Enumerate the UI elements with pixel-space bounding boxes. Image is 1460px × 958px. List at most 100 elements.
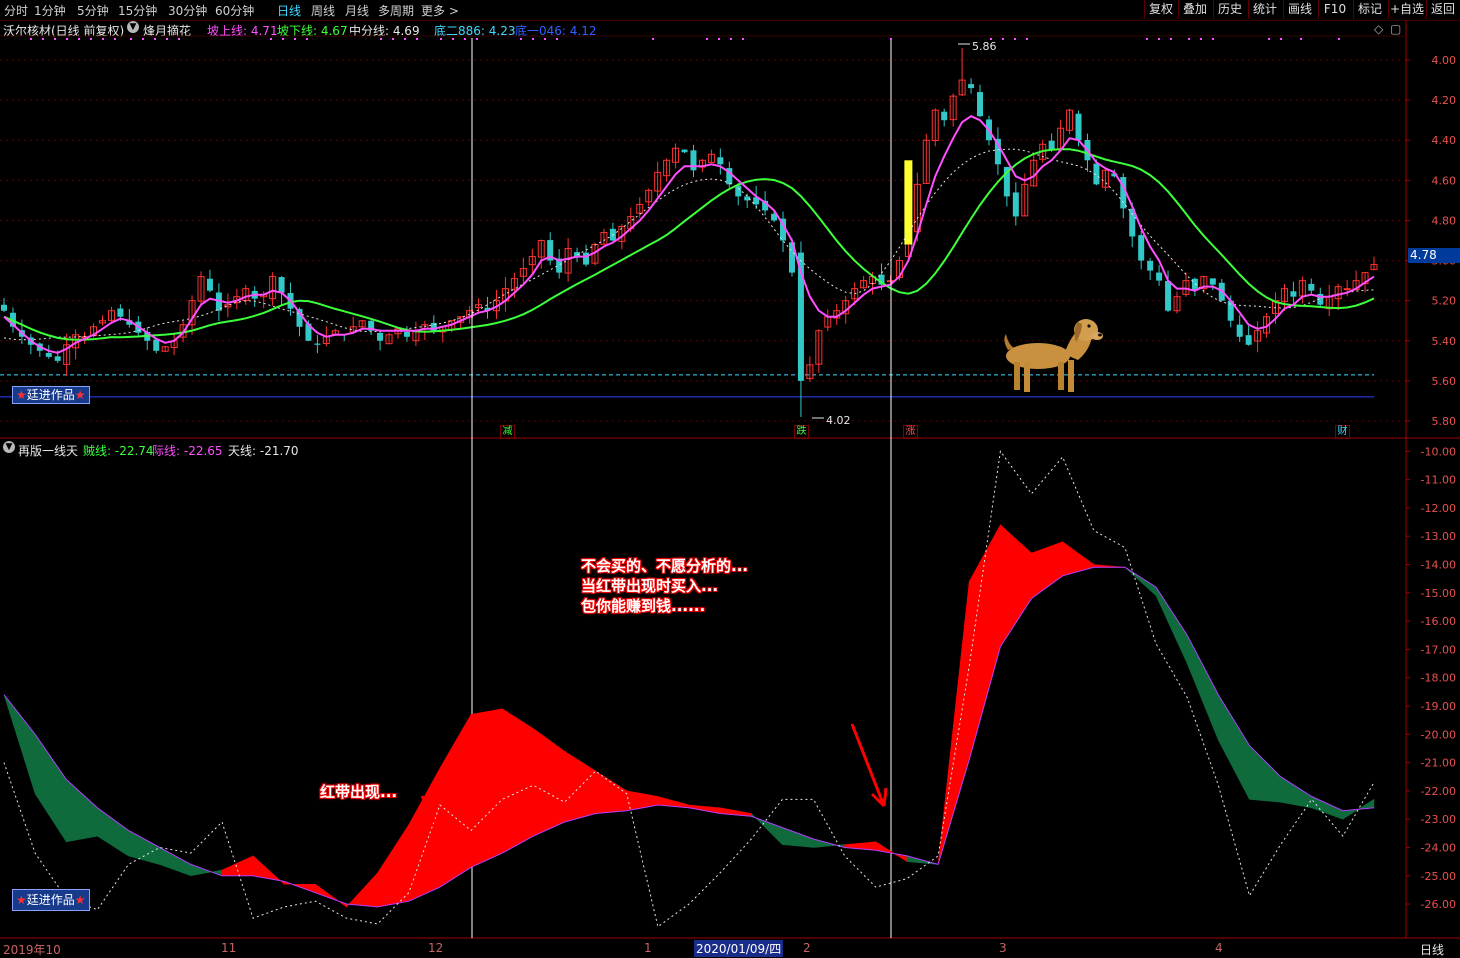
top-marker-dot (178, 38, 180, 40)
top-marker-dot (706, 38, 708, 40)
top-marker-dot (166, 38, 168, 40)
top-marker-dot (1300, 38, 1302, 40)
candle-body-down (1012, 192, 1019, 217)
star-icon: ★ (16, 388, 27, 402)
candle-body-down (45, 352, 52, 357)
star-icon: ★ (74, 893, 86, 907)
top-marker-dot (1188, 38, 1190, 40)
top-marker-dot (54, 38, 56, 40)
top-marker-dot (416, 38, 418, 40)
green-band-segment (97, 807, 129, 857)
candle-body-down (1156, 272, 1163, 281)
candle-body-down (977, 92, 984, 117)
signal-mark-jian: 减 (500, 425, 515, 439)
top-marker-dot (730, 38, 732, 40)
red-band-segment (470, 708, 503, 868)
candle-body-down (153, 339, 160, 351)
x-label-dec: 12 (428, 941, 444, 955)
top-marker-dot (30, 38, 32, 40)
green-band-segment (1280, 776, 1313, 809)
candle-body-down (278, 277, 285, 293)
green-band-segment (128, 829, 160, 865)
top-marker-dot (718, 38, 720, 40)
red-band-segment (346, 872, 378, 908)
top-marker-dot (1280, 38, 1282, 40)
value-tick-label: -11.00 (1421, 474, 1456, 487)
author-badge-main: ★廷进作品★ (12, 386, 90, 404)
price-tick-label: 4.00 (1432, 54, 1457, 67)
current-price-tag: 4.78 (1408, 248, 1460, 263)
annotation-red-band: 红带出现... (320, 783, 398, 801)
value-tick-label: -17.00 (1421, 643, 1456, 656)
value-tick-label: -19.00 (1421, 700, 1456, 713)
green-band-segment (1155, 586, 1188, 664)
candle-body-down (206, 278, 213, 291)
value-tick-label: -18.00 (1421, 672, 1456, 685)
candle-body-down (1236, 324, 1243, 337)
kline-chart[interactable]: 5.805.605.405.205.004.804.604.404.204.00… (0, 0, 1460, 957)
x-label-mar: 3 (999, 941, 1007, 955)
top-marker-dot (154, 38, 156, 40)
sub-indicator-title[interactable]: 再版一线天 (18, 442, 78, 459)
price-tick-label: 4.80 (1432, 214, 1457, 227)
candle-body-down (941, 111, 948, 121)
value-tick-label: -16.00 (1421, 615, 1456, 628)
author-badge-sub: ★廷进作品★ (12, 889, 90, 911)
signal-mark-zhang: 涨 (903, 425, 918, 439)
candle-body-down (1308, 283, 1315, 291)
green-band-segment (3, 694, 36, 794)
high-price-label: 5.86 (972, 40, 997, 53)
red-band-segment (408, 768, 441, 902)
top-marker-dot (404, 38, 406, 40)
top-marker-dot (90, 38, 92, 40)
top-marker-dot (440, 38, 442, 40)
candle-body-up (1343, 288, 1351, 291)
top-marker-dot (556, 38, 558, 40)
value-tick-label: -10.00 (1421, 445, 1456, 458)
red-band-segment (1062, 541, 1095, 577)
top-marker-dot (270, 38, 272, 40)
top-marker-dot (464, 38, 466, 40)
red-band-segment (595, 770, 628, 814)
value-tick-label: -24.00 (1421, 841, 1456, 854)
green-band-segment (1249, 744, 1281, 803)
value-tick-label: -25.00 (1421, 870, 1456, 883)
signal-highlight-bar (904, 160, 913, 245)
value-tick-label: -15.00 (1421, 587, 1456, 600)
green-band-segment (1311, 796, 1344, 820)
candle-body-down (583, 252, 590, 265)
top-marker-dot (42, 38, 44, 40)
top-marker-dot (1200, 38, 1202, 40)
top-marker-dot (1170, 38, 1172, 40)
price-tick-label: 5.80 (1432, 415, 1457, 428)
candle-body-down (717, 157, 724, 165)
candle-body-down (690, 150, 697, 171)
author-badge-text: 廷进作品 (26, 388, 75, 402)
candle-body-down (968, 84, 975, 89)
candle-body-down (403, 331, 410, 337)
value-tick-label: -21.00 (1421, 757, 1456, 770)
top-marker-dot (452, 38, 454, 40)
value-tick-label: -12.00 (1421, 502, 1456, 515)
top-marker-dot (476, 38, 478, 40)
candle-body-down (1245, 335, 1252, 345)
red-band-segment (533, 728, 565, 837)
top-marker-dot (1338, 38, 1340, 40)
top-marker-dot (306, 38, 308, 40)
price-tick-label: 4.40 (1432, 134, 1457, 147)
x-label-jan: 1 (644, 941, 652, 955)
red-band-segment (937, 581, 970, 865)
top-marker-dot (1212, 38, 1214, 40)
top-marker-dot (102, 38, 104, 40)
top-marker-dot (652, 38, 654, 40)
poshang-line (3, 115, 1375, 354)
green-band-segment (65, 778, 98, 843)
candle-body-down (1209, 278, 1216, 285)
candle-body-down (314, 343, 321, 345)
sub-formula-dropdown-icon[interactable]: ▼ (3, 441, 15, 453)
signal-mark-die: 跌 (794, 425, 809, 439)
candle-body-down (1290, 291, 1297, 297)
x-label-oct: 2019年10 (3, 943, 61, 957)
x-label-nov: 11 (221, 941, 237, 955)
red-band-segment (501, 708, 534, 854)
